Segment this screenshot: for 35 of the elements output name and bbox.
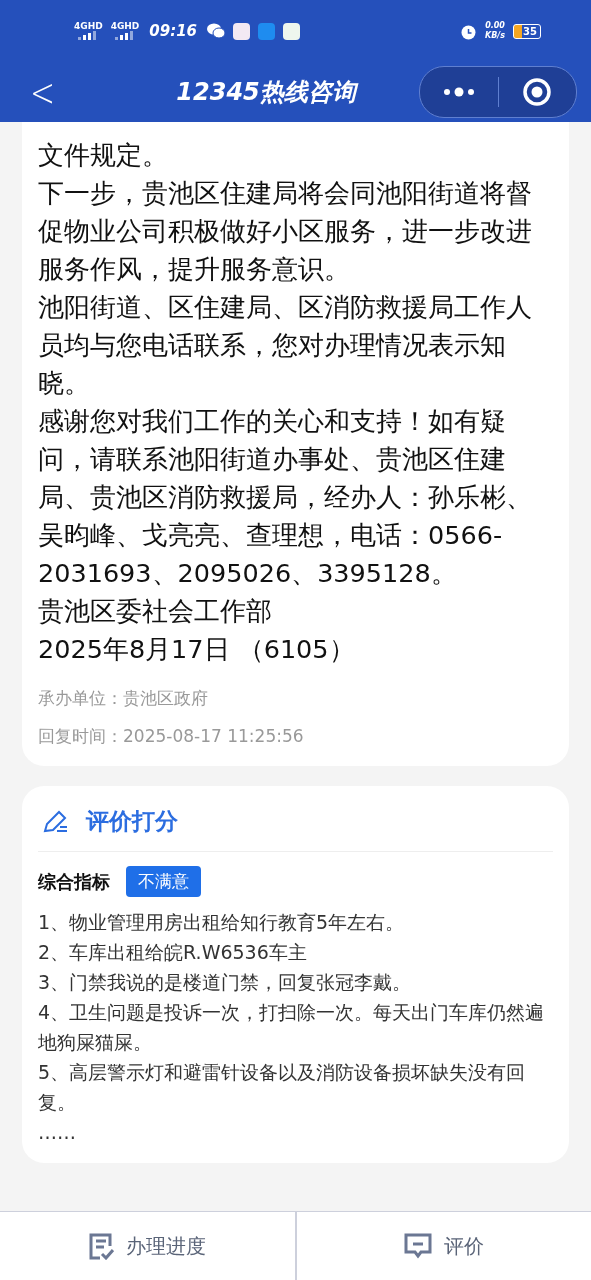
reply-text: 下一步，贵池区住建局将会同池阳街道将督促物业公司积极做好小区服务，进一步改进服务作风，提升服务意识。 xyxy=(38,177,533,286)
reply-text: 感谢您对我们工作的关心和支持！如有疑问，请联系池阳街道办事处、贵池区住建局、贵池区消防救援局，经办人：孙乐彬、吴昀峰、戈亮亮、查理想，电话：0566-2031693、2095026、3395128。 xyxy=(38,405,533,590)
reply-text: 文件规定。 xyxy=(38,139,169,172)
network-speed: 0.00 xyxy=(485,21,505,31)
back-button[interactable]: < xyxy=(22,69,64,115)
signal-icon xyxy=(114,31,136,40)
target-icon xyxy=(522,77,553,107)
page-title: 12345热线咨询 xyxy=(63,76,419,108)
feedback-item: …… xyxy=(38,1120,77,1145)
checklist-icon xyxy=(88,1232,115,1260)
speed-unit: KB/s xyxy=(485,31,505,41)
app-icon xyxy=(233,22,251,40)
feedback-item: 3、门禁我说的是楼道门禁，回复张冠李戴。 xyxy=(38,970,413,995)
network-type: 4GHD xyxy=(74,22,103,31)
more-icon xyxy=(442,87,475,97)
app-icon xyxy=(283,22,301,40)
battery-icon: 35 xyxy=(513,23,541,39)
reply-text: 2025年8月17日 （6105） xyxy=(38,633,356,666)
network-type: 4GHD xyxy=(110,22,140,31)
feedback-item: 4、卫生问题是投诉一次，打扫除一次。每天出门车库仍然遍地狗屎猫屎。 xyxy=(38,1000,546,1055)
feedback-item: 5、高层警示灯和避雷针设备以及消防设备损坏缺失没有回复。 xyxy=(38,1060,527,1115)
meta-text: 承办单位：贵池区政府 xyxy=(38,687,209,710)
edit-icon xyxy=(42,809,70,834)
section-title: 评价打分 xyxy=(86,807,178,836)
indicator-label: 综合指标 xyxy=(38,869,110,894)
comment-icon xyxy=(403,1233,432,1259)
app-icon xyxy=(258,22,276,40)
meta-text: 回复时间：2025-08-17 11:25:56 xyxy=(38,725,305,748)
feedback-item: 1、物业管理用房出租给知行教育5年左右。 xyxy=(38,910,406,935)
rating-badge: 不满意 xyxy=(126,866,201,897)
feedback-item: 2、车库出租给皖R.W6536车主 xyxy=(38,940,308,965)
status-time: 09:16 xyxy=(149,22,198,40)
reply-text: 贵池区委社会工作部 xyxy=(38,595,273,628)
reply-text: 池阳街道、区住建局、区消防救援局工作人员均与您电话联系，您对办理情况表示知晓。 xyxy=(38,291,533,400)
chat-icon xyxy=(207,23,226,39)
